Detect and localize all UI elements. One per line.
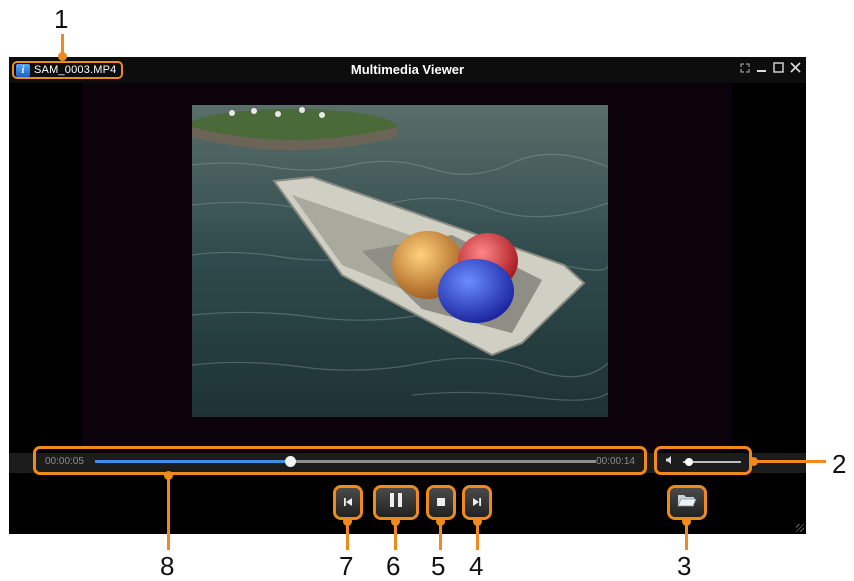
stop-icon xyxy=(436,494,446,512)
seek-progress-fill xyxy=(95,460,291,463)
volume-control[interactable] xyxy=(654,446,752,475)
open-folder-button[interactable] xyxy=(667,485,707,520)
resize-grip-icon[interactable] xyxy=(796,524,804,532)
next-icon xyxy=(472,494,482,512)
stop-button[interactable] xyxy=(426,485,456,520)
leader-dot-7 xyxy=(343,517,352,526)
video-canvas xyxy=(82,83,732,453)
pause-button[interactable] xyxy=(373,485,419,520)
callout-number-6: 6 xyxy=(386,551,401,581)
title-bar[interactable]: i SAM_0003.MP4 Multimedia Viewer xyxy=(9,57,806,83)
leader-line-8 xyxy=(167,475,170,550)
window-controls xyxy=(740,62,801,76)
leader-dot-3 xyxy=(682,517,691,526)
window-title: Multimedia Viewer xyxy=(350,62,465,77)
leader-dot-6 xyxy=(391,517,400,526)
speaker-icon[interactable] xyxy=(665,455,675,468)
maximize-icon[interactable] xyxy=(773,62,784,76)
current-time: 00:00:05 xyxy=(45,456,84,467)
total-time: 00:00:14 xyxy=(596,456,635,467)
callout-number-3: 3 xyxy=(677,551,692,581)
callout-number-7: 7 xyxy=(339,551,354,581)
next-button[interactable] xyxy=(462,485,492,520)
callout-number-4: 4 xyxy=(469,551,484,581)
seek-handle[interactable] xyxy=(285,456,297,467)
leader-dot-2 xyxy=(749,457,758,466)
leader-line-2 xyxy=(752,460,826,463)
leader-dot-5 xyxy=(436,517,445,526)
leader-dot-1 xyxy=(58,52,67,61)
callout-number-1: 1 xyxy=(54,4,69,34)
close-icon[interactable] xyxy=(790,62,801,76)
previous-button[interactable] xyxy=(333,485,363,520)
fullscreen-icon[interactable] xyxy=(740,62,750,76)
callout-number-5: 5 xyxy=(431,551,446,581)
previous-icon xyxy=(343,494,353,512)
leader-dot-4 xyxy=(473,517,482,526)
seek-bar[interactable]: 00:00:05 00:00:14 xyxy=(33,446,647,475)
callout-number-8: 8 xyxy=(160,551,175,581)
volume-handle[interactable] xyxy=(684,458,693,466)
seek-track[interactable] xyxy=(95,456,596,467)
leader-dot-8 xyxy=(164,471,173,480)
pause-icon xyxy=(389,492,403,513)
volume-track[interactable] xyxy=(683,458,741,466)
callout-number-2: 2 xyxy=(832,449,847,479)
open-folder-icon xyxy=(677,493,697,513)
minimize-icon[interactable] xyxy=(756,62,767,76)
video-area[interactable] xyxy=(9,83,806,453)
video-frame xyxy=(192,105,608,417)
